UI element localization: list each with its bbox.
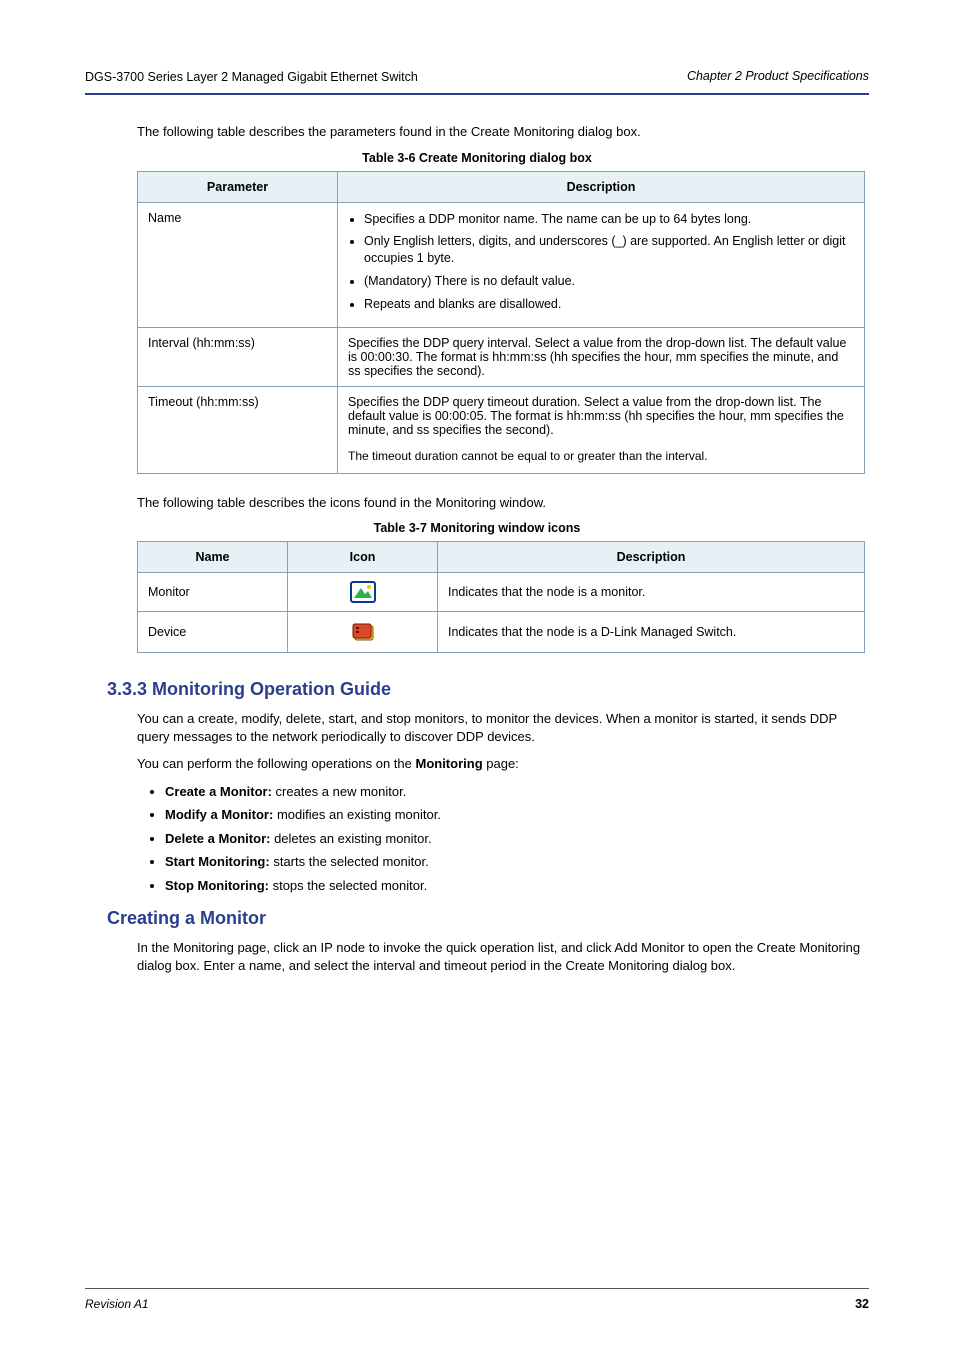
param-name: Interval (hh:mm:ss) [138,327,338,386]
device-icon [350,620,376,644]
op-desc: creates a new monitor. [272,784,406,799]
page-root: DGS-3700 Series Layer 2 Managed Gigabit … [0,0,954,1351]
table-row: Interval (hh:mm:ss) Specifies the DDP qu… [138,327,865,386]
guide-ops-intro-suffix: page: [483,756,519,771]
footer-page-number: 32 [855,1297,869,1311]
param-desc: Specifies a DDP monitor name. The name c… [338,202,865,327]
param-name: Timeout (hh:mm:ss) [138,386,338,473]
table-row: Device Indicates that the node is a D-Li… [138,612,865,653]
list-item: Stop Monitoring: stops the selected moni… [165,877,869,895]
param-desc-note: The timeout duration cannot be equal to … [348,449,854,465]
col-description: Description [438,542,865,573]
table-header-row: Parameter Description [138,171,865,202]
icons-table-caption: Table 3-7 Monitoring window icons [85,521,869,535]
list-item: Specifies a DDP monitor name. The name c… [364,211,854,228]
op-name: Stop Monitoring: [165,878,269,893]
header-divider [85,93,869,95]
op-desc: deletes an existing monitor. [270,831,431,846]
monitor-icon [350,581,376,603]
page-header: DGS-3700 Series Layer 2 Managed Gigabit … [85,70,869,83]
op-name: Modify a Monitor: [165,807,273,822]
monitoring-intro-text: The following table describes the parame… [137,123,869,141]
list-item: Delete a Monitor: deletes an existing mo… [165,830,869,848]
list-item: (Mandatory) There is no default value. [364,273,854,290]
op-desc: modifies an existing monitor. [273,807,441,822]
create-monitor-para: In the Monitoring page, click an IP node… [137,939,869,974]
icon-name: Monitor [138,573,288,612]
section-create-heading: Creating a Monitor [107,908,869,929]
op-name: Delete a Monitor: [165,831,270,846]
guide-overview: You can a create, modify, delete, start,… [137,710,869,745]
guide-operations-list: Create a Monitor: creates a new monitor.… [165,783,869,895]
col-description: Description [338,171,865,202]
guide-ops-intro-bold: Monitoring [415,756,482,771]
param-name: Name [138,202,338,327]
list-item: Repeats and blanks are disallowed. [364,296,854,313]
guide-ops-intro: You can perform the following operations… [137,755,869,773]
footer-divider [85,1288,869,1289]
icon-desc: Indicates that the node is a monitor. [438,573,865,612]
param-desc: Specifies the DDP query timeout duration… [338,386,865,473]
col-icon: Icon [288,542,438,573]
section-guide-heading: 3.3.3 Monitoring Operation Guide [107,679,869,700]
list-item: Start Monitoring: starts the selected mo… [165,853,869,871]
icon-cell [288,573,438,612]
icon-desc: Indicates that the node is a D-Link Mana… [438,612,865,653]
table-header-row: Name Icon Description [138,542,865,573]
icons-intro-text: The following table describes the icons … [137,494,869,512]
footer-revision: Revision A1 [85,1297,149,1311]
table-row: Name Specifies a DDP monitor name. The n… [138,202,865,327]
col-name: Name [138,542,288,573]
col-parameter: Parameter [138,171,338,202]
create-monitoring-options-table: Parameter Description Name Specifies a D… [137,171,865,474]
op-name: Create a Monitor: [165,784,272,799]
monitoring-table-caption: Table 3-6 Create Monitoring dialog box [85,151,869,165]
guide-ops-intro-prefix: You can perform the following operations… [137,756,415,771]
op-desc: stops the selected monitor. [269,878,427,893]
op-desc: starts the selected monitor. [270,854,429,869]
param-desc-line: Specifies the DDP query timeout duration… [348,395,854,437]
table-row: Timeout (hh:mm:ss) Specifies the DDP que… [138,386,865,473]
list-item: Only English letters, digits, and unders… [364,233,854,267]
list-item: Create a Monitor: creates a new monitor. [165,783,869,801]
op-name: Start Monitoring: [165,854,270,869]
icon-name: Device [138,612,288,653]
list-item: Modify a Monitor: modifies an existing m… [165,806,869,824]
icon-cell [288,612,438,653]
table-row: Monitor Indicates that the node is a mon… [138,573,865,612]
param-desc: Specifies the DDP query interval. Select… [338,327,865,386]
monitoring-icons-table: Name Icon Description Monitor Indicates … [137,541,865,653]
